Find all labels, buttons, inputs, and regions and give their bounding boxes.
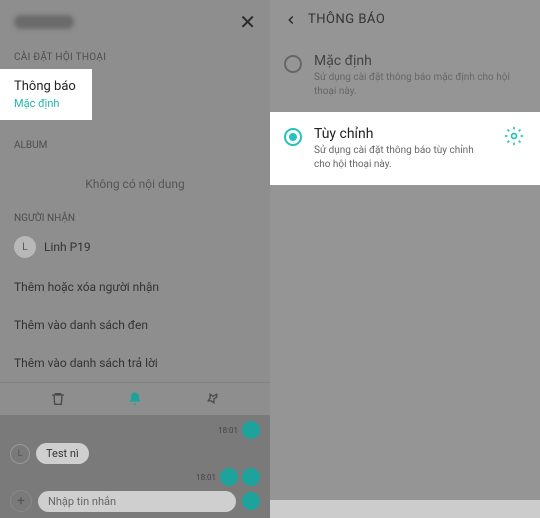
message-preview-area: 18:01 L Test nì 18:01 + Nhập tin nhắn [0, 415, 270, 518]
chat-title-blurred [14, 15, 74, 29]
voice-badge-icon [242, 421, 260, 439]
option-custom[interactable]: Tùy chỉnh Sử dụng cài đặt thông báo tùy … [270, 112, 540, 185]
album-empty-text: Không có nội dung [0, 165, 270, 207]
notification-value: Mặc định [14, 97, 78, 110]
option-default-title: Mặc định [314, 53, 524, 69]
recipient-name: Linh P19 [44, 240, 91, 254]
bell-icon[interactable] [127, 391, 143, 407]
message-time: 18:01 [196, 473, 216, 482]
gear-icon[interactable] [504, 126, 524, 146]
voice-badge-icon [242, 468, 260, 486]
voice-badge-icon [220, 468, 238, 486]
option-default-desc: Sử dụng cài đặt thông báo mặc định cho h… [314, 71, 524, 98]
blacklist-row[interactable]: Thêm vào danh sách đen [0, 306, 270, 344]
close-icon[interactable]: ✕ [239, 10, 256, 34]
avatar: L [10, 444, 30, 464]
option-custom-desc: Sử dụng cài đặt thông báo tùy chỉnh cho … [314, 144, 492, 171]
back-icon[interactable] [284, 13, 298, 27]
notification-settings-panel: THÔNG BÁO Mặc định Sử dụng cài đặt thông… [270, 0, 540, 500]
album-label: ALBUM [14, 140, 270, 151]
message-time: 18:01 [218, 426, 238, 435]
message-input[interactable]: Nhập tin nhắn [38, 491, 236, 512]
recipient-row[interactable]: L Linh P19 [0, 232, 270, 268]
pin-icon[interactable] [204, 391, 220, 407]
recipients-label: NGƯỜI NHẬN [0, 207, 270, 232]
notification-setting-row[interactable]: Thông báo Mặc định [0, 69, 92, 120]
avatar: L [14, 236, 36, 258]
add-attachment-button[interactable]: + [10, 490, 32, 512]
page-title: THÔNG BÁO [308, 12, 385, 27]
send-voice-icon[interactable] [242, 492, 260, 510]
option-default[interactable]: Mặc định Sử dụng cài đặt thông báo mặc đ… [270, 39, 540, 112]
incoming-message: L Test nì [10, 443, 260, 464]
radio-unchecked-icon[interactable] [284, 55, 302, 73]
add-remove-recipient-row[interactable]: Thêm hoặc xóa người nhận [0, 268, 270, 306]
replylist-row[interactable]: Thêm vào danh sách trả lời [0, 344, 270, 382]
toolbar [0, 382, 270, 415]
trash-icon[interactable] [50, 391, 66, 407]
chat-settings-label: CÀI ĐẶT HỘI THOẠI [0, 42, 270, 69]
chat-settings-panel: ✕ CÀI ĐẶT HỘI THOẠI Thông báo Mặc định A… [0, 0, 270, 500]
message-bubble: Test nì [36, 443, 89, 464]
radio-checked-icon[interactable] [284, 128, 302, 146]
notification-label: Thông báo [14, 79, 78, 94]
option-custom-title: Tùy chỉnh [314, 126, 492, 142]
